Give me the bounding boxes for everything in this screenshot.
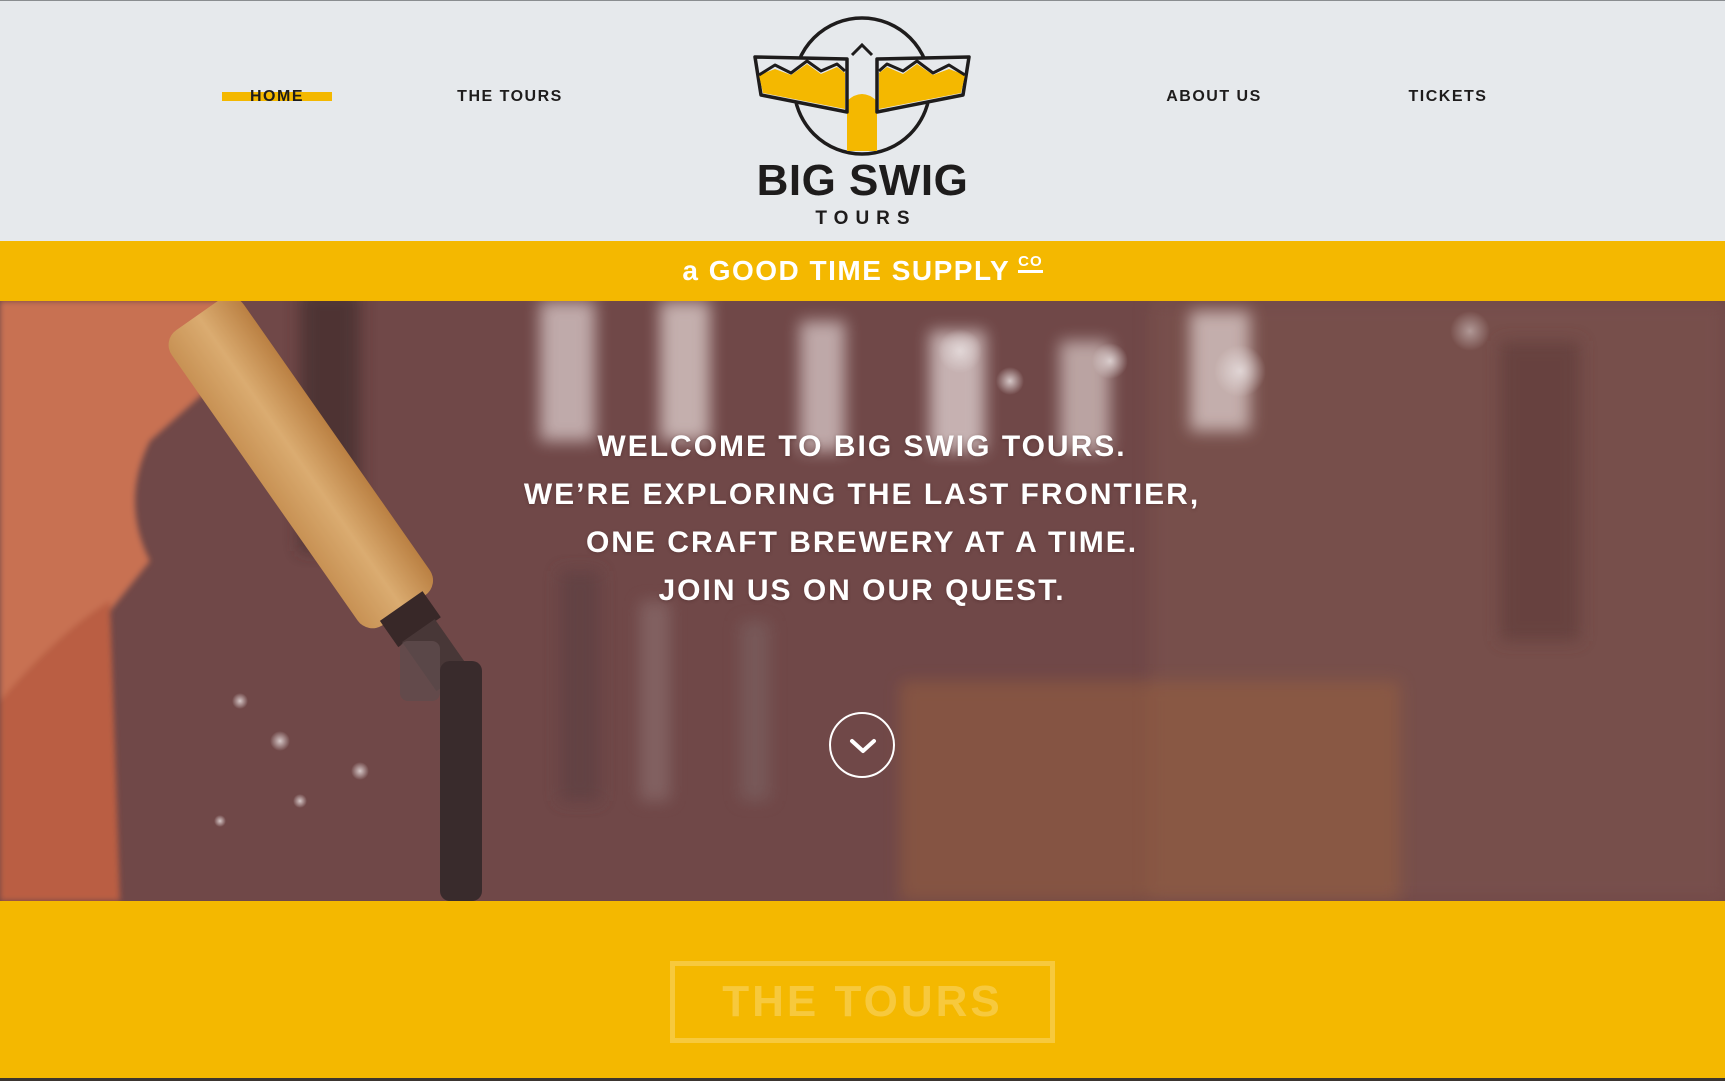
tours-section: THE TOURS <box>0 901 1725 1081</box>
hero-message: WELCOME TO BIG SWIG TOURS. WE’RE EXPLORI… <box>362 423 1362 615</box>
tagline-text: a GOOD TIME SUPPLY <box>682 255 1011 286</box>
hero-section: WELCOME TO BIG SWIG TOURS. WE’RE EXPLORI… <box>0 301 1725 901</box>
nav-about-label: ABOUT US <box>1166 88 1262 105</box>
scroll-down-button[interactable] <box>829 712 895 778</box>
logo-emblem-icon <box>753 16 971 156</box>
site-logo[interactable]: BIG SWIG TOURS <box>745 9 980 234</box>
nav-tours-link[interactable]: THE TOURS <box>440 85 580 109</box>
nav-home-link[interactable]: HOME <box>222 85 332 109</box>
hero-line-3: ONE CRAFT BREWERY AT A TIME. <box>585 526 1139 559</box>
logo-name: BIG SWIG <box>756 156 969 205</box>
nav-about-link[interactable]: ABOUT US <box>1150 85 1278 109</box>
hero-line-1: WELCOME TO BIG SWIG TOURS. <box>597 430 1127 463</box>
nav-home-label: HOME <box>250 88 304 105</box>
chevron-down-icon <box>850 739 876 753</box>
tagline-band: a GOOD TIME SUPPLY CO <box>0 241 1725 301</box>
site-header: HOME THE TOURS ABOUT US TICKETS BIG SWIG… <box>0 0 1725 241</box>
nav-tours-label: THE TOURS <box>457 88 563 105</box>
tagline: a GOOD TIME SUPPLY CO <box>682 254 1043 288</box>
hero-line-4: JOIN US ON OUR QUEST. <box>658 574 1066 607</box>
logo-subtitle: TOURS <box>815 208 917 229</box>
tagline-co-mark: CO <box>1018 254 1043 273</box>
nav-tickets-link[interactable]: TICKETS <box>1395 85 1501 109</box>
nav-tickets-label: TICKETS <box>1408 88 1488 105</box>
the-tours-button[interactable]: THE TOURS <box>670 961 1055 1043</box>
hero-line-2: WE’RE EXPLORING THE LAST FRONTIER, <box>523 478 1201 511</box>
